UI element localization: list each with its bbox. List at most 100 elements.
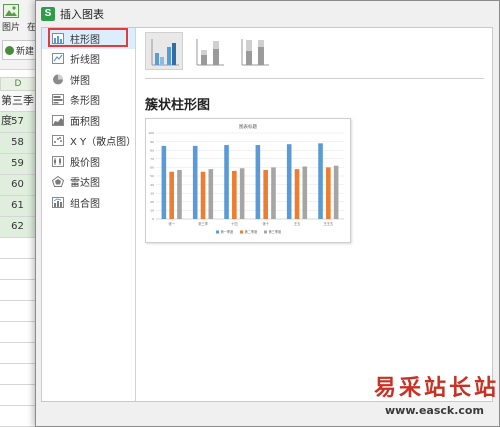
chart-bar (326, 167, 331, 219)
cell-empty[interactable] (0, 259, 36, 280)
dialog-titlebar[interactable]: S 插入图表 (36, 1, 499, 27)
chart-bar (271, 167, 276, 219)
sidebar-item-combo[interactable]: 组合图 (42, 192, 135, 213)
chart-bar (263, 169, 268, 219)
sidebar-item-bar[interactable]: 条形图 (42, 90, 135, 111)
sidebar-item-label: 雷达图 (70, 178, 100, 190)
sidebar-item-label: 折线图 (70, 55, 100, 67)
legend-swatch (264, 230, 267, 234)
legend-label: 第二季度 (245, 229, 259, 234)
chart-bar (177, 169, 182, 219)
combo-chart-icon (52, 196, 64, 208)
x-tick-label: 张十 (262, 221, 269, 226)
column-header-d[interactable]: D (0, 77, 36, 91)
chart-bar (192, 145, 198, 219)
cell-empty[interactable] (0, 322, 36, 343)
sidebar-item-stock[interactable]: 股价图 (42, 151, 135, 172)
cell-empty[interactable] (0, 364, 36, 385)
new-button[interactable]: 新建 (2, 40, 38, 60)
sidebar-item-label: X Y（散点图） (70, 137, 137, 149)
x-tick-label: 王五 (294, 222, 301, 226)
y-tick-label: 60 (150, 166, 154, 170)
chart-bar (224, 145, 229, 219)
cell-empty[interactable] (0, 406, 36, 427)
chart-bar (302, 166, 308, 219)
watermark-title: 易采站长站 (374, 375, 500, 401)
subtype-row (145, 32, 273, 76)
legend-swatch (240, 230, 243, 234)
new-button-label: 新建 (16, 46, 35, 57)
cell[interactable]: 60 (0, 175, 36, 196)
area-chart-icon (52, 114, 64, 126)
sidebar-item-line[interactable]: 折线图 (42, 49, 135, 70)
percent-stacked-column-icon (241, 39, 269, 66)
y-tick-label: 50 (150, 174, 154, 178)
line-chart-icon (52, 53, 64, 65)
cell-empty[interactable] (0, 301, 36, 322)
chart-bar (255, 145, 261, 219)
sidebar-item-label: 股价图 (70, 157, 100, 169)
cell[interactable]: 58 (0, 133, 36, 154)
chart-bar (333, 165, 339, 219)
insert-chart-dialog: S 插入图表 柱形图 折线图 饼图 条形图 面积图 X Y（散点图） 股价图 雷… (35, 0, 500, 427)
chart-bar (161, 145, 167, 219)
ribbon-tab-picture[interactable]: 图片 (2, 20, 20, 33)
sidebar-item-column[interactable]: 柱形图 (42, 28, 135, 49)
chart-bar (208, 169, 214, 219)
y-tick-label: 0 (152, 217, 154, 221)
preview-chart: 图表标题 0 10 20 30 40 50 60 70 80 90 100 张一 张三李 十四 张十 王五 王王五… (148, 123, 344, 234)
cell[interactable]: 59 (0, 154, 36, 175)
x-tick-label: 十四 (231, 221, 237, 226)
y-tick-label: 20 (150, 200, 154, 204)
chart-bar (169, 171, 174, 219)
chart-bar (286, 144, 292, 219)
separator (145, 78, 484, 79)
chart-preview[interactable]: 图表标题 0 10 20 30 40 50 60 70 80 90 100 张一 张三李 十四 张十 王五 王王五… (145, 118, 351, 243)
scatter-chart-icon (52, 135, 64, 147)
cell[interactable]: 61 (0, 196, 36, 217)
sheet-column-d: D 第三季度 57 58 59 60 61 62 (0, 77, 36, 427)
subtype-percent-stacked-column[interactable] (235, 32, 273, 70)
x-tick-label: 王王五 (324, 222, 334, 226)
subtype-clustered-column[interactable] (145, 32, 183, 70)
dialog-content: 柱形图 折线图 饼图 条形图 面积图 X Y（散点图） 股价图 雷达图 组合图 … (41, 27, 493, 402)
sidebar-item-area[interactable]: 面积图 (42, 110, 135, 131)
sidebar-item-label: 条形图 (70, 96, 100, 108)
chart-type-sidebar: 柱形图 折线图 饼图 条形图 面积图 X Y（散点图） 股价图 雷达图 组合图 (42, 28, 136, 401)
radar-chart-icon (52, 176, 64, 188)
watermark-url: www.easck.com (385, 404, 484, 417)
sidebar-item-radar[interactable]: 雷达图 (42, 172, 135, 193)
sidebar-item-label: 柱形图 (70, 34, 100, 46)
subtype-stacked-column[interactable] (190, 32, 228, 70)
dialog-title: 插入图表 (60, 8, 104, 21)
clustered-column-icon (151, 39, 179, 66)
column-chart-icon (52, 32, 64, 44)
sidebar-item-scatter[interactable]: X Y（散点图） (42, 131, 137, 152)
cell-empty[interactable] (0, 385, 36, 406)
picture-icon[interactable] (3, 4, 19, 18)
sidebar-item-label: 面积图 (70, 116, 100, 128)
chart-bar (239, 168, 245, 219)
chart-bar (200, 171, 206, 219)
y-tick-label: 80 (150, 148, 154, 152)
sidebar-item-label: 饼图 (70, 75, 90, 87)
cell-empty[interactable] (0, 238, 36, 259)
stacked-column-icon (196, 39, 224, 66)
legend-label: 第一季度 (221, 229, 235, 234)
new-icon (5, 45, 14, 55)
cell-heading[interactable]: 第三季度 (0, 91, 36, 127)
y-tick-label: 100 (148, 131, 154, 135)
cell[interactable]: 62 (0, 217, 36, 238)
stock-chart-icon (52, 155, 64, 167)
watermark: 易采站长站 www.easck.com (360, 370, 498, 426)
chart-title: 图表标题 (239, 123, 257, 130)
y-tick-label: 10 (150, 209, 154, 213)
y-tick-label: 40 (150, 183, 154, 187)
legend-swatch (216, 230, 219, 234)
bar-chart-icon (52, 94, 64, 106)
cell-empty[interactable] (0, 280, 36, 301)
cell-empty[interactable] (0, 343, 36, 364)
y-tick-label: 70 (150, 157, 154, 161)
x-tick-label: 张一 (168, 221, 175, 226)
sidebar-item-pie[interactable]: 饼图 (42, 69, 135, 90)
